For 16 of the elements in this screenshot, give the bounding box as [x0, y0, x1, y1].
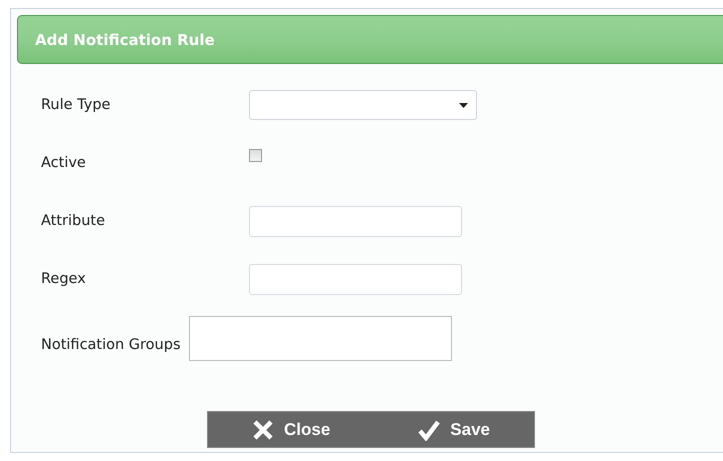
rule-type-select[interactable]	[249, 90, 477, 120]
caret-icon	[459, 102, 468, 108]
check-icon	[418, 418, 440, 440]
close-icon	[252, 418, 274, 440]
field-label: Regex	[41, 271, 87, 287]
close-button[interactable]: Close	[246, 414, 336, 444]
save-button[interactable]: Save	[412, 414, 496, 444]
field-label: Active	[41, 155, 87, 171]
input-field[interactable]	[249, 206, 462, 236]
input-field[interactable]	[249, 264, 462, 294]
field-label: Rule Type	[41, 97, 112, 113]
field-label: Attribute	[41, 213, 106, 229]
dialog-title: Add Notification Rule	[35, 30, 215, 48]
active-checkbox[interactable]	[249, 148, 262, 162]
text-area[interactable]	[188, 316, 452, 360]
field-label: Notification Groups	[41, 337, 182, 353]
